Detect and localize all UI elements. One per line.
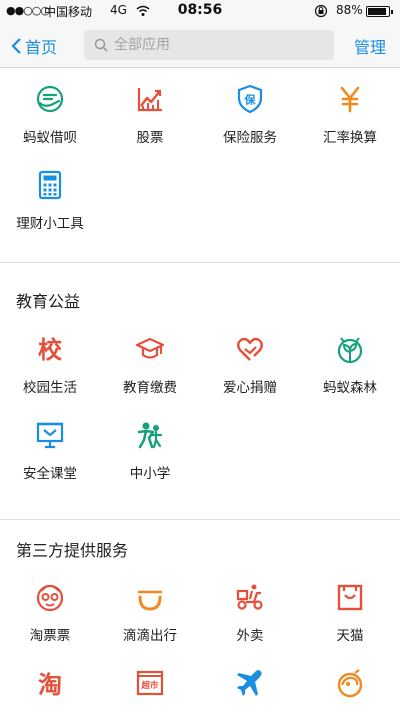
insurance-shield-icon: 保 <box>237 84 263 114</box>
app-label: 天猫 <box>336 628 364 644</box>
nav-bar: 首页 管理 <box>0 22 400 68</box>
app-exchange-rate[interactable]: 汇率换算 <box>300 68 400 154</box>
svg-text:淘: 淘 <box>38 671 62 698</box>
app-label: 教育缴费 <box>123 380 177 396</box>
app-label: 蚂蚁借呗 <box>23 130 77 146</box>
manage-button[interactable]: 管理 <box>354 34 386 58</box>
app-flights[interactable] <box>200 652 300 713</box>
app-label: 滴滴出行 <box>123 628 177 644</box>
app-label: 校园生活 <box>23 380 77 396</box>
app-ant-forest[interactable]: 蚂蚁森林 <box>300 318 400 404</box>
search-icon <box>94 38 108 52</box>
didi-icon <box>137 590 163 611</box>
app-food-delivery[interactable]: 外卖 <box>200 566 300 652</box>
app-label: 蚂蚁森林 <box>323 380 377 396</box>
supermarket-icon: 超市 <box>136 670 164 696</box>
education-grid: 校 校园生活 教育缴费 爱心捐赠 蚂蚁森林 安全课堂 中小学 <box>0 318 400 490</box>
taobao-icon: 淘 <box>38 671 62 698</box>
school-char-icon: 校 <box>38 336 63 364</box>
section-title-education: 教育公益 <box>16 292 81 311</box>
tmall-bag-icon <box>337 584 363 611</box>
students-icon <box>137 422 163 449</box>
back-label: 首页 <box>25 38 58 57</box>
app-label: 保险服务 <box>223 130 277 146</box>
app-insurance[interactable]: 保 保险服务 <box>200 68 300 154</box>
section-title-third-party: 第三方提供服务 <box>16 541 129 560</box>
search-box[interactable] <box>84 30 334 60</box>
movie-ticket-face-icon <box>36 584 64 612</box>
app-campus-life[interactable]: 校 校园生活 <box>0 318 100 404</box>
svg-text:保: 保 <box>244 93 257 107</box>
app-label: 外卖 <box>236 628 264 644</box>
app-label: 汇率换算 <box>323 130 377 146</box>
ant-credit-icon <box>36 85 64 113</box>
app-label: 爱心捐赠 <box>223 380 277 396</box>
yen-currency-icon <box>340 86 360 113</box>
svg-text:校: 校 <box>38 336 63 364</box>
search-input[interactable] <box>114 37 314 53</box>
back-button[interactable]: 首页 <box>10 34 57 58</box>
app-label: 淘票票 <box>29 628 71 644</box>
app-label: 中小学 <box>129 466 171 482</box>
app-taopiaopiao[interactable]: 淘票票 <box>0 566 100 652</box>
app-tmall[interactable]: 天猫 <box>300 566 400 652</box>
safety-board-icon <box>36 422 64 449</box>
app-charity-donation[interactable]: 爱心捐赠 <box>200 318 300 404</box>
stock-chart-icon <box>137 88 162 112</box>
battery-percent: 88% <box>336 3 363 17</box>
app-didi[interactable]: 滴滴出行 <box>100 566 200 652</box>
app-education-payment[interactable]: 教育缴费 <box>100 318 200 404</box>
delivery-scooter-icon <box>236 584 263 610</box>
app-food[interactable] <box>300 652 400 713</box>
section-divider <box>0 262 400 263</box>
svg-text:超市: 超市 <box>140 680 159 691</box>
app-primary-secondary-school[interactable]: 中小学 <box>100 404 200 490</box>
calculator-icon <box>38 170 62 200</box>
app-taobao[interactable]: 淘 <box>0 652 100 713</box>
app-safety-class[interactable]: 安全课堂 <box>0 404 100 490</box>
section-divider <box>0 519 400 520</box>
app-label: 安全课堂 <box>23 466 77 482</box>
app-ant-credit[interactable]: 蚂蚁借呗 <box>0 68 100 154</box>
app-stock[interactable]: 股票 <box>100 68 200 154</box>
rotation-lock-icon <box>314 4 328 18</box>
finance-grid: 蚂蚁借呗 股票 保 保险服务 汇率换算 理财小工具 <box>0 68 400 240</box>
food-icon <box>337 669 363 698</box>
chevron-left-icon <box>11 38 21 54</box>
status-bar: ●●○○○ 中国移动 4G 08:56 88% <box>0 0 400 22</box>
heart-donation-icon <box>237 337 263 361</box>
battery-icon <box>366 6 393 17</box>
app-label: 理财小工具 <box>16 216 84 232</box>
app-label: 股票 <box>136 130 164 146</box>
app-finance-tools[interactable]: 理财小工具 <box>0 154 100 240</box>
third-party-grid: 淘票票 滴滴出行 外卖 天猫 淘 超市 <box>0 566 400 713</box>
sprout-icon <box>337 337 363 364</box>
graduation-cap-icon <box>135 337 165 359</box>
airplane-icon <box>237 670 262 696</box>
app-supermarket[interactable]: 超市 <box>100 652 200 713</box>
